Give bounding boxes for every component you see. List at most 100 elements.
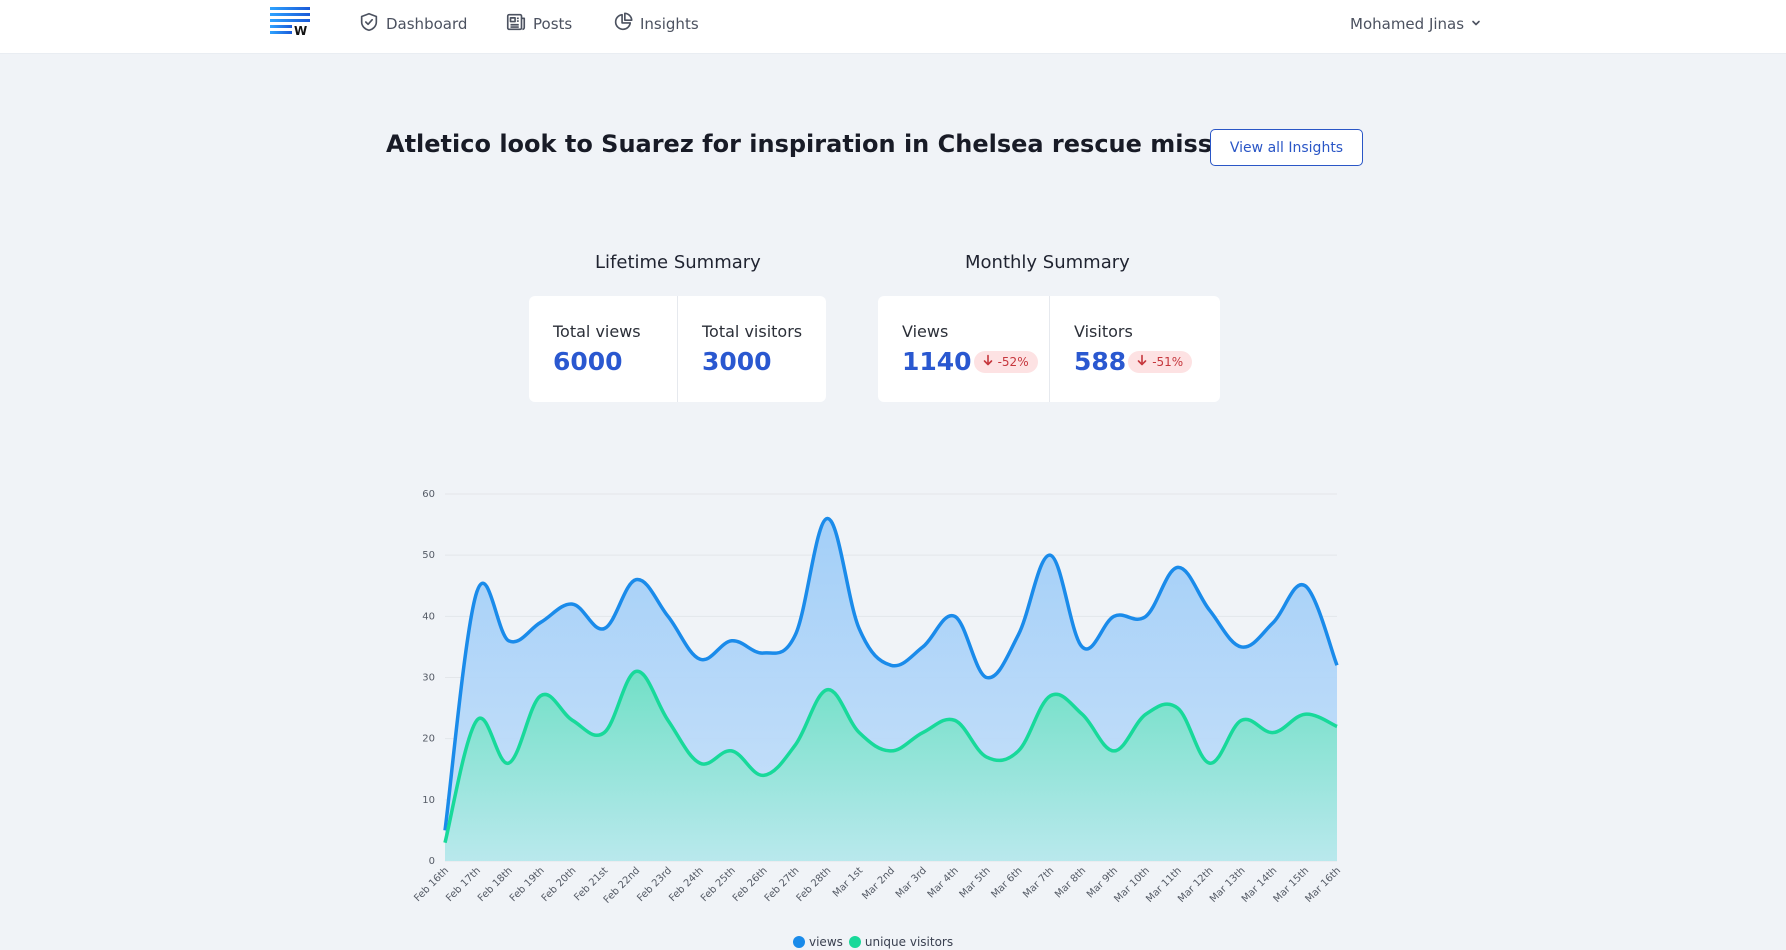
data-point-views[interactable] xyxy=(598,623,610,635)
shield-check-icon xyxy=(358,11,380,37)
data-point-views[interactable] xyxy=(503,635,515,647)
logo-letter: W xyxy=(294,24,307,36)
data-point-unique-visitors[interactable] xyxy=(917,727,929,739)
data-point-views[interactable] xyxy=(662,610,674,622)
data-point-unique-visitors[interactable] xyxy=(981,751,993,763)
data-point-unique-visitors[interactable] xyxy=(1204,757,1216,769)
data-point-views[interactable] xyxy=(726,635,738,647)
visitors-change-text: -51% xyxy=(1152,354,1184,369)
x-tick-label: Mar 3rd xyxy=(894,865,929,900)
data-point-unique-visitors[interactable] xyxy=(694,757,706,769)
data-point-views[interactable] xyxy=(566,598,578,610)
x-tick-label: Feb 28th xyxy=(795,865,834,904)
data-point-views[interactable] xyxy=(1012,629,1024,641)
data-point-views[interactable] xyxy=(694,653,706,665)
data-point-unique-visitors[interactable] xyxy=(949,714,961,726)
monthly-views-number: 1140 xyxy=(902,347,972,376)
data-point-unique-visitors[interactable] xyxy=(598,727,610,739)
data-point-views[interactable] xyxy=(1299,580,1311,592)
x-tick-label: Feb 20th xyxy=(540,865,579,904)
data-point-views[interactable] xyxy=(535,616,547,628)
data-point-views[interactable] xyxy=(1108,610,1120,622)
data-point-unique-visitors[interactable] xyxy=(662,714,674,726)
legend-item-unique-visitors[interactable]: unique visitors xyxy=(848,935,953,949)
data-point-views[interactable] xyxy=(1172,561,1184,573)
nav-dashboard[interactable]: Dashboard xyxy=(358,12,467,36)
views-change-text: -52% xyxy=(997,354,1029,369)
data-point-views[interactable] xyxy=(789,629,801,641)
monthly-views-cell: Views 1140 -52% xyxy=(878,296,1049,402)
data-point-unique-visitors[interactable] xyxy=(535,690,547,702)
total-visitors-label: Total visitors xyxy=(702,322,803,341)
data-point-unique-visitors[interactable] xyxy=(1044,690,1056,702)
data-point-views[interactable] xyxy=(1204,604,1216,616)
data-point-views[interactable] xyxy=(821,512,833,524)
nav-dashboard-label: Dashboard xyxy=(386,15,468,33)
user-menu[interactable]: Mohamed Jinas xyxy=(1350,12,1482,36)
data-point-views[interactable] xyxy=(1235,641,1247,653)
x-tick-label: Mar 7th xyxy=(1021,865,1056,900)
data-point-unique-visitors[interactable] xyxy=(503,757,515,769)
visitors-change-badge: -51% xyxy=(1128,350,1193,373)
data-point-unique-visitors[interactable] xyxy=(1299,708,1311,720)
data-point-unique-visitors[interactable] xyxy=(726,745,738,757)
data-point-unique-visitors[interactable] xyxy=(1140,708,1152,720)
nav-posts-label: Posts xyxy=(533,15,573,33)
data-point-unique-visitors[interactable] xyxy=(471,714,483,726)
monthly-visitors-number: 588 xyxy=(1074,347,1127,376)
total-views-value: 6000 xyxy=(553,347,623,376)
data-point-views[interactable] xyxy=(1331,659,1343,671)
data-point-unique-visitors[interactable] xyxy=(439,837,451,849)
legend-dot-views xyxy=(793,936,805,948)
data-point-views[interactable] xyxy=(917,641,929,653)
data-point-views[interactable] xyxy=(853,623,865,635)
monthly-summary-card: Views 1140 -52% Visitors 588 -51% xyxy=(878,296,1220,402)
x-tick-label: Mar 2nd xyxy=(860,865,897,902)
data-point-unique-visitors[interactable] xyxy=(1172,702,1184,714)
views-change-badge: -52% xyxy=(973,350,1038,373)
y-tick-label: 30 xyxy=(422,673,435,684)
x-tick-label: Mar 6th xyxy=(989,865,1024,900)
data-point-unique-visitors[interactable] xyxy=(1267,727,1279,739)
data-point-unique-visitors[interactable] xyxy=(1108,745,1120,757)
data-point-views[interactable] xyxy=(1267,616,1279,628)
monthly-visitors-cell: Visitors 588 -51% xyxy=(1049,296,1220,402)
monthly-visitors-label: Visitors xyxy=(1074,322,1133,341)
data-point-unique-visitors[interactable] xyxy=(821,684,833,696)
view-all-insights-button[interactable]: View all Insights xyxy=(1210,129,1363,166)
data-point-views[interactable] xyxy=(1076,641,1088,653)
data-point-unique-visitors[interactable] xyxy=(853,727,865,739)
data-point-unique-visitors[interactable] xyxy=(1012,745,1024,757)
nav-posts[interactable]: Posts xyxy=(505,12,572,36)
lifetime-summary-card: Total views 6000 Total visitors 3000 xyxy=(529,296,826,402)
lifetime-summary-heading: Lifetime Summary xyxy=(595,252,761,273)
data-point-views[interactable] xyxy=(949,610,961,622)
newspaper-icon xyxy=(505,11,527,37)
data-point-views[interactable] xyxy=(758,647,770,659)
chevron-down-icon xyxy=(1470,15,1482,33)
data-point-views[interactable] xyxy=(981,672,993,684)
data-point-views[interactable] xyxy=(471,586,483,598)
total-visitors-number: 3000 xyxy=(702,347,772,376)
data-point-unique-visitors[interactable] xyxy=(1331,720,1343,732)
data-point-views[interactable] xyxy=(1140,610,1152,622)
data-point-views[interactable] xyxy=(885,659,897,671)
legend-item-views[interactable]: views xyxy=(793,935,843,949)
data-point-unique-visitors[interactable] xyxy=(630,665,642,677)
nav-insights[interactable]: Insights xyxy=(612,12,699,36)
monthly-visitors-value: 588 -51% xyxy=(1074,347,1193,376)
total-visitors-cell: Total visitors 3000 xyxy=(677,296,826,402)
data-point-unique-visitors[interactable] xyxy=(885,745,897,757)
chart-legend: views unique visitors xyxy=(793,935,953,949)
data-point-views[interactable] xyxy=(1044,549,1056,561)
data-point-unique-visitors[interactable] xyxy=(758,769,770,781)
y-tick-label: 0 xyxy=(429,856,435,867)
data-point-unique-visitors[interactable] xyxy=(1076,708,1088,720)
data-point-unique-visitors[interactable] xyxy=(566,714,578,726)
arrow-down-icon xyxy=(982,354,994,369)
data-point-unique-visitors[interactable] xyxy=(789,739,801,751)
legend-dot-unique-visitors xyxy=(848,936,861,948)
app-logo[interactable]: W xyxy=(270,6,312,38)
data-point-views[interactable] xyxy=(630,574,642,586)
data-point-unique-visitors[interactable] xyxy=(1235,714,1247,726)
